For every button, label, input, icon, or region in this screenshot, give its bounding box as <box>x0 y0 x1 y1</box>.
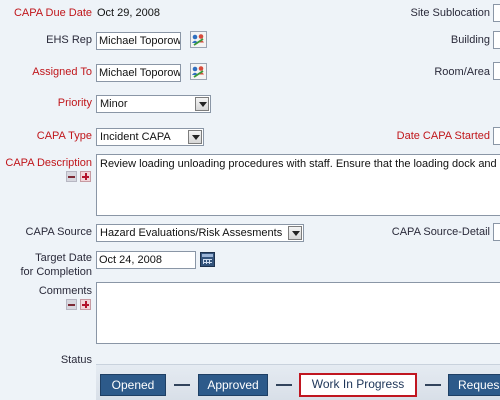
chevron-down-icon[interactable] <box>195 97 209 111</box>
collapse-minus-icon[interactable] <box>66 171 77 182</box>
date-capa-started-field[interactable] <box>493 127 500 145</box>
ehs-rep-field[interactable]: Michael Toporow <box>96 32 181 50</box>
expand-plus-icon[interactable] <box>80 171 91 182</box>
expand-plus-icon[interactable] <box>80 299 91 310</box>
chevron-down-icon[interactable] <box>288 226 302 240</box>
stage-opened: Opened <box>100 374 166 396</box>
priority-select[interactable]: Minor <box>96 95 211 113</box>
capa-type-select[interactable]: Incident CAPA <box>96 128 204 146</box>
stage-connector <box>276 384 292 386</box>
target-date-label-line2: for Completion <box>20 266 92 278</box>
chevron-down-icon[interactable] <box>188 130 202 144</box>
capa-source-detail-label: CAPA Source-Detail <box>391 226 490 238</box>
target-date-label-line1: Target Date <box>35 252 92 264</box>
capa-source-label: CAPA Source <box>25 226 92 238</box>
stage-work-in-progress-current: Work In Progress <box>299 373 417 397</box>
people-picker-icon[interactable] <box>190 63 207 80</box>
capa-source-selected-value: Hazard Evaluations/Risk Assesments <box>100 227 283 239</box>
calendar-icon[interactable] <box>200 252 215 267</box>
capa-description-textarea[interactable]: Review loading unloading procedures with… <box>96 154 500 216</box>
capa-source-detail-select[interactable] <box>493 223 500 241</box>
collapse-minus-icon[interactable] <box>66 299 77 310</box>
site-sublocation-select[interactable] <box>493 4 500 22</box>
target-date-field[interactable]: Oct 24, 2008 <box>96 251 196 269</box>
capa-due-date-value: Oct 29, 2008 <box>97 7 160 19</box>
building-select[interactable] <box>493 31 500 49</box>
room-area-select[interactable] <box>493 62 500 80</box>
assigned-to-field[interactable]: Michael Toporow <box>96 64 181 82</box>
building-label: Building <box>450 34 490 46</box>
priority-selected-value: Minor <box>100 98 128 110</box>
capa-type-label: CAPA Type <box>36 130 92 142</box>
status-label: Status <box>60 354 92 366</box>
priority-label: Priority <box>57 97 92 109</box>
room-area-label: Room/Area <box>434 66 490 78</box>
people-picker-icon[interactable] <box>190 31 207 48</box>
stage-connector <box>174 384 190 386</box>
capa-due-date-label: CAPA Due Date <box>13 7 92 19</box>
stage-connector <box>425 384 441 386</box>
ehs-rep-label: EHS Rep <box>46 34 92 46</box>
capa-type-selected-value: Incident CAPA <box>100 131 171 143</box>
capa-description-label: CAPA Description <box>5 157 92 169</box>
site-sublocation-label: Site Sublocation <box>410 7 491 19</box>
stage-approved: Approved <box>198 374 268 396</box>
capa-source-select[interactable]: Hazard Evaluations/Risk Assesments <box>96 224 304 242</box>
date-capa-started-label: Date CAPA Started <box>396 130 490 142</box>
assigned-to-label: Assigned To <box>32 66 92 78</box>
comments-label: Comments <box>38 285 92 297</box>
comments-textarea[interactable] <box>96 282 500 344</box>
stage-requested: Reques <box>448 374 500 396</box>
